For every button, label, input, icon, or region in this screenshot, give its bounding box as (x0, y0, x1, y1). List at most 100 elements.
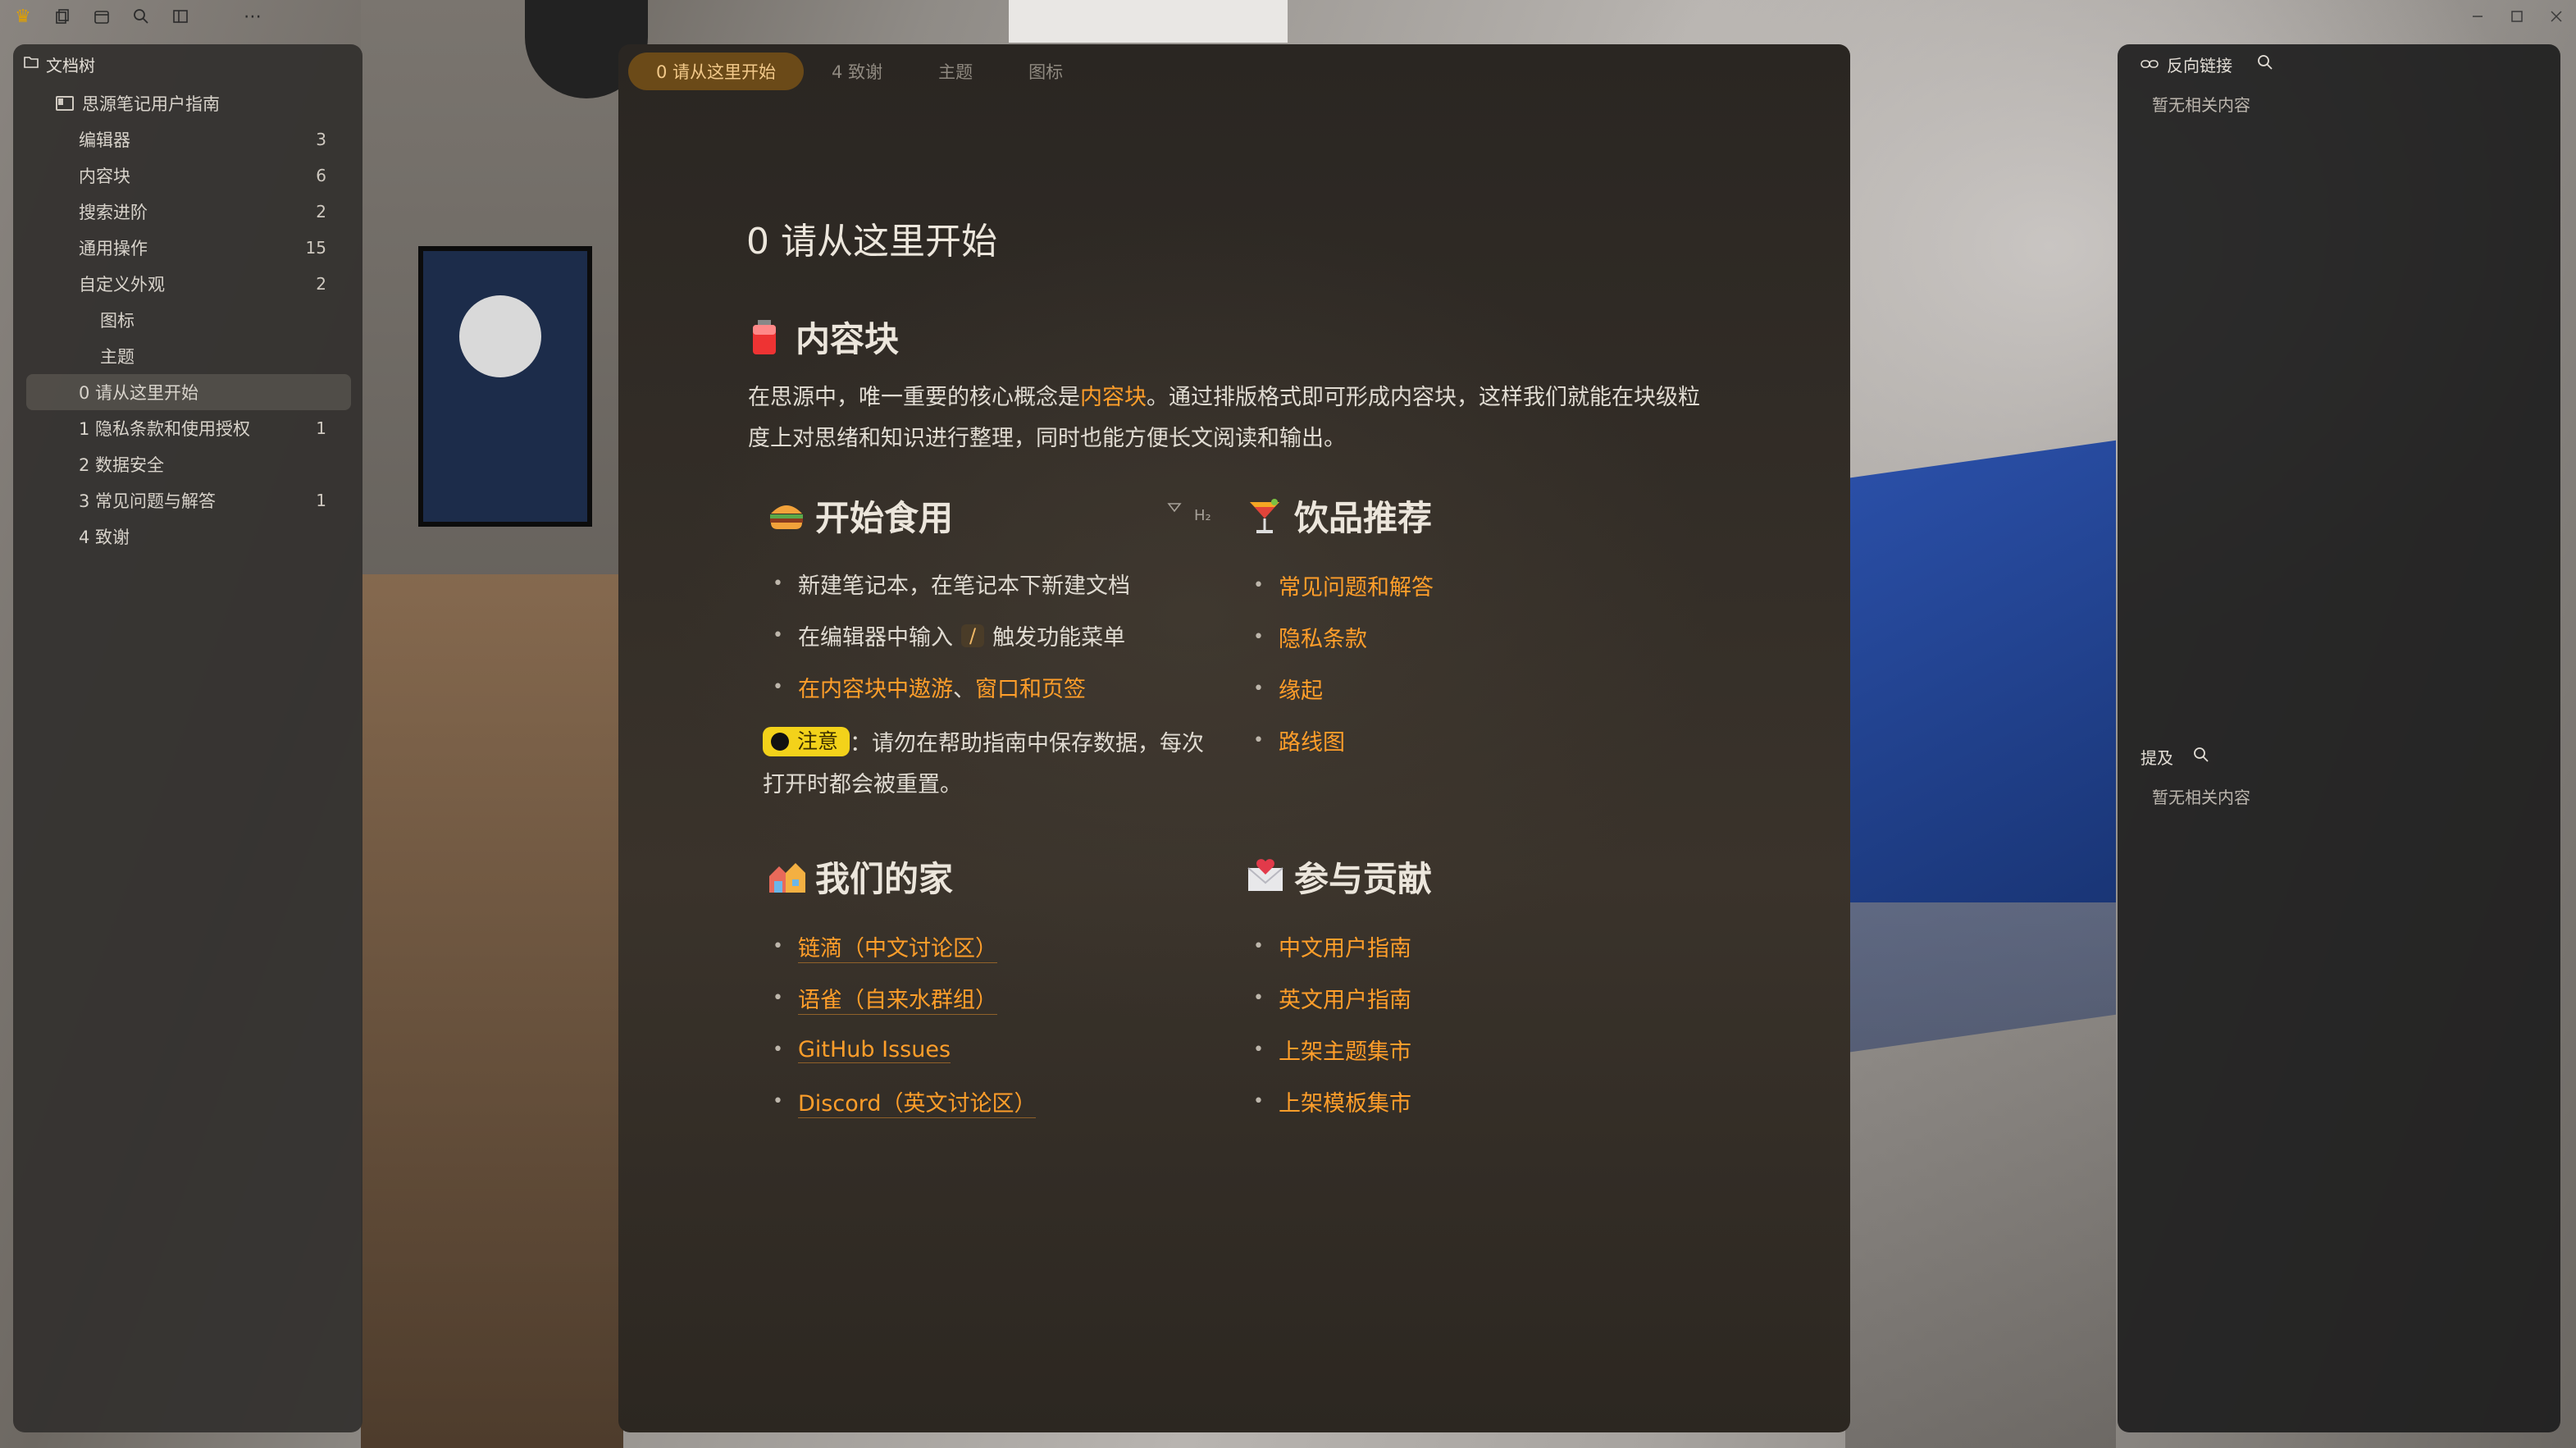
github-issues-link[interactable]: GitHub Issues (797, 1037, 951, 1063)
origin-link[interactable]: 缘起 (1279, 673, 1323, 705)
tree-item-count: 2 (316, 202, 326, 222)
tree-item-editor[interactable]: 编辑器 3 (26, 121, 351, 158)
tree-item-count: 2 (316, 274, 326, 294)
list-item[interactable]: 新建笔记本，在笔记本下新建文档 (773, 558, 1199, 610)
tree-item-label: 通用操作 (79, 239, 148, 258)
tree-item-icons[interactable]: 图标 (26, 302, 351, 338)
heading-drinks-text: 饮品推荐 (1294, 498, 1433, 538)
more-icon[interactable]: ⋯ (236, 0, 269, 33)
heading-level-badge[interactable]: H₂ (1194, 507, 1211, 524)
battery-icon (748, 318, 781, 356)
background-poster (418, 246, 592, 527)
list-item[interactable]: 上架主题集市 (1253, 1024, 1663, 1076)
tree-item-label: 1 隐私条款和使用授权 (79, 419, 251, 439)
blocks-roam-link[interactable]: 在内容块中遨游 (798, 671, 953, 703)
para-text: 在思源中，唯一重要的核心概念是 (748, 385, 1080, 410)
heading-content-block[interactable]: 内容块 (748, 312, 899, 362)
crown-icon[interactable]: ♛ (7, 0, 39, 33)
list-item[interactable]: 在内容块中遨游、窗口和页签 (773, 661, 1199, 713)
note-paragraph[interactable]: 注意 ：请勿在帮助指南中保存数据，每次打开时都会被重置。 (763, 724, 1222, 806)
content-block-link[interactable]: 内容块 (1080, 385, 1147, 410)
tab-start-here[interactable]: 0 请从这里开始 (628, 53, 805, 90)
tree-item-general[interactable]: 通用操作 15 (26, 230, 351, 266)
list-item[interactable]: Discord（英文讨论区） (773, 1076, 1232, 1127)
heading-contribute[interactable]: 参与贡献 (1247, 852, 1432, 902)
content-block-paragraph[interactable]: 在思源中，唯一重要的核心概念是内容块。通过排版格式即可形成内容块，这样我们就能在… (748, 377, 1707, 459)
tree-notebook-label: 思源笔记用户指南 (82, 94, 220, 114)
tree-item-blocks[interactable]: 内容块 6 (26, 158, 351, 194)
black-circle-icon (771, 733, 789, 751)
background-desk (361, 574, 623, 1448)
folder-icon (23, 54, 39, 74)
heading-drinks[interactable]: 饮品推荐 (1247, 491, 1432, 541)
heading-our-home[interactable]: 我们的家 (768, 852, 953, 902)
heading-getting-started[interactable]: 开始食用 (768, 491, 953, 541)
backlinks-search-icon[interactable] (2257, 54, 2273, 75)
backlinks-header[interactable]: 反向链接 (2141, 53, 2273, 76)
window-controls (2458, 0, 2576, 33)
minimize-icon[interactable] (2458, 0, 2497, 33)
notebook-icon (56, 96, 74, 111)
tree-item-thanks[interactable]: 4 致谢 (26, 518, 351, 555)
heading-getting-started-text: 开始食用 (815, 498, 954, 538)
tree-item-data-security[interactable]: 2 数据安全 (26, 446, 351, 482)
tree-item-start-here[interactable]: 0 请从这里开始 (26, 374, 351, 410)
layout-icon[interactable] (164, 0, 197, 33)
mentions-search-icon[interactable] (2193, 747, 2209, 767)
tab-themes[interactable]: 主题 (910, 53, 1001, 90)
houses-icon (768, 858, 805, 896)
discord-link[interactable]: Discord（英文讨论区） (797, 1085, 1037, 1118)
list-item[interactable]: 在编辑器中输入 / 触发功能菜单 (773, 610, 1199, 661)
drinks-list: 常见问题和解答 隐私条款 缘起 路线图 (1253, 560, 1663, 766)
tree-item-label: 4 致谢 (79, 528, 130, 547)
list-item[interactable]: 路线图 (1253, 715, 1663, 766)
close-icon[interactable] (2537, 0, 2576, 33)
heading-content-block-text: 内容块 (796, 319, 900, 359)
yuque-link[interactable]: 语雀（自来水群组） (797, 982, 997, 1015)
faq-link[interactable]: 常见问题和解答 (1279, 569, 1434, 601)
note-badge: 注意 (763, 727, 850, 756)
tree-item-privacy[interactable]: 1 隐私条款和使用授权 1 (26, 410, 351, 446)
tab-bar: 0 请从这里开始 4 致谢 主题 图标 (628, 53, 1091, 90)
list-item[interactable]: 语雀（自来水群组） (773, 972, 1232, 1024)
list-item[interactable]: 上架模板集市 (1253, 1076, 1663, 1127)
fold-icon[interactable] (1166, 500, 1183, 519)
tab-icons[interactable]: 图标 (1001, 53, 1091, 90)
list-item[interactable]: 常见问题和解答 (1253, 560, 1663, 611)
note-label: 注意 (797, 729, 839, 753)
mentions-empty-text: 暂无相关内容 (2152, 788, 2250, 807)
window-tabs-link[interactable]: 窗口和页签 (975, 671, 1086, 703)
list-item[interactable]: 链滴（中文讨论区） (773, 920, 1232, 972)
roadmap-link[interactable]: 路线图 (1279, 724, 1345, 756)
list-item-text: 新建笔记本，在笔记本下新建文档 (797, 573, 1130, 599)
tree-item-label: 内容块 (79, 167, 130, 186)
list-item[interactable]: 英文用户指南 (1253, 972, 1663, 1024)
tree-item-search[interactable]: 搜索进阶 2 (26, 194, 351, 230)
list-item[interactable]: 缘起 (1253, 663, 1663, 715)
tree-item-count: 1 (316, 491, 326, 510)
list-item[interactable]: 隐私条款 (1253, 611, 1663, 663)
mentions-header[interactable]: 提及 (2141, 745, 2209, 769)
heading-tools: H₂ (1166, 496, 1211, 524)
page-title[interactable]: 0 请从这里开始 (746, 212, 997, 264)
theme-bazaar-link[interactable]: 上架主题集市 (1279, 1034, 1411, 1066)
list-item[interactable]: GitHub Issues (773, 1024, 1232, 1076)
calendar-icon[interactable] (85, 0, 118, 33)
search-icon[interactable] (125, 0, 157, 33)
tree-notebook[interactable]: 思源笔记用户指南 (26, 85, 351, 121)
en-guide-link[interactable]: 英文用户指南 (1279, 982, 1411, 1014)
tree-item-appearance[interactable]: 自定义外观 2 (26, 266, 351, 302)
link-icon (2141, 55, 2159, 75)
tree-item-faq[interactable]: 3 常见问题与解答 1 (26, 482, 351, 518)
zh-guide-link[interactable]: 中文用户指南 (1279, 930, 1411, 962)
ld246-link[interactable]: 链滴（中文讨论区） (797, 930, 997, 963)
tree-item-themes[interactable]: 主题 (26, 338, 351, 374)
copy-icon[interactable] (46, 0, 79, 33)
tab-thanks[interactable]: 4 致谢 (804, 53, 910, 90)
file-tree-header[interactable]: 文档树 (23, 51, 95, 77)
list-item[interactable]: 中文用户指南 (1253, 920, 1663, 972)
maximize-icon[interactable] (2497, 0, 2537, 33)
privacy-link[interactable]: 隐私条款 (1279, 621, 1367, 653)
template-bazaar-link[interactable]: 上架模板集市 (1279, 1085, 1411, 1117)
tree-item-label: 搜索进阶 (79, 203, 148, 222)
